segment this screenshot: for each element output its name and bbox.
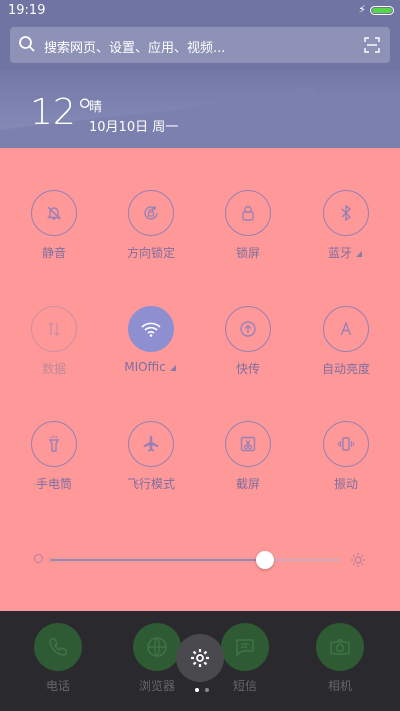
toggle-flashlight[interactable]: 手电筒 [14,421,94,492]
status-indicators: ⚡ [358,4,394,16]
brightness-thumb[interactable] [255,551,274,569]
search-icon [19,36,35,52]
screenshot-icon [225,421,271,467]
airplane-icon [128,421,174,467]
toggle-data[interactable]: 数据 [14,306,94,377]
date: 10月10日 周一 [89,120,179,135]
toggle-rotation-lock[interactable]: 方向锁定 [111,190,191,261]
dock-app-phone[interactable]: 电话 [23,623,93,694]
toggle-label: 自动亮度 [321,362,370,376]
toggle-mute[interactable]: 静音 [14,190,94,261]
toggle-bluetooth[interactable]: 蓝牙 [306,190,386,261]
brightness-high-icon [351,553,365,567]
camera-icon [316,623,364,671]
expand-indicator-icon [356,251,362,257]
toggle-label: 锁屏 [235,246,260,260]
wifi-icon [128,306,174,352]
brightness-fill [50,559,265,561]
toggle-label: 蓝牙 [306,244,386,261]
toggle-label-text: 蓝牙 [327,246,352,260]
search-bar[interactable]: 搜索网页、设置、应用、视频... [10,27,390,63]
toggle-label: 飞行模式 [126,477,175,491]
dock-label: 相机 [327,679,352,693]
share-icon [225,306,271,352]
gear-icon [191,649,209,667]
toggle-lock-screen[interactable]: 锁屏 [208,190,288,261]
expand-indicator-icon [169,365,176,371]
weather-condition: 晴 [89,100,103,115]
data-icon [31,306,77,352]
toggle-screenshot[interactable]: 截屏 [208,421,288,492]
page-indicator [195,688,209,692]
toggle-vibrate[interactable]: 振动 [306,421,386,492]
toggle-label: 方向锁定 [126,246,175,260]
page-dot-active [195,688,199,692]
auto-brightness-icon [323,306,369,352]
toggle-label: 数据 [41,362,66,376]
dock-label: 短信 [232,679,257,693]
bell-off-icon [31,190,77,236]
phone-icon [34,623,82,671]
toggle-label-text: MIOffic [124,360,166,374]
lock-icon [225,190,271,236]
browser-icon [133,623,181,671]
rotation-lock-icon [128,190,174,236]
vibrate-icon [323,421,369,467]
brightness-slider[interactable] [50,551,340,569]
toggle-label: 振动 [333,477,358,491]
dock-label: 浏览器 [138,679,175,693]
bluetooth-icon [323,190,369,236]
toggle-airplane-mode[interactable]: 飞行模式 [111,421,191,492]
toggle-auto-brightness[interactable]: 自动亮度 [306,306,386,377]
scan-icon[interactable] [364,37,380,53]
status-bar: 19:19 ⚡ [0,0,400,22]
status-time: 19:19 [8,3,46,18]
dock-app-camera[interactable]: 相机 [305,623,375,694]
page-dot [205,688,209,692]
temperature: 12° [30,92,94,133]
dock-label: 电话 [45,679,70,693]
quick-settings-panel: 静音 方向锁定 锁屏 蓝牙 数据 MIOffic 快传 自动亮度 手电筒 飞行模… [0,148,400,611]
toggle-label: MIOffic [111,360,191,374]
battery-icon [370,5,394,15]
message-icon [221,623,269,671]
settings-button[interactable] [176,634,224,682]
toggle-label: 截屏 [235,477,260,491]
toggle-label: 手电筒 [35,477,72,491]
toggle-label: 快传 [235,362,260,376]
brightness-low-icon [34,554,43,563]
toggle-wifi[interactable]: MIOffic [111,306,191,374]
search-placeholder: 搜索网页、设置、应用、视频... [44,41,226,56]
brightness-row [0,548,400,572]
toggle-label: 静音 [41,246,66,260]
charging-icon: ⚡ [358,3,366,16]
flashlight-icon [31,421,77,467]
toggle-quick-share[interactable]: 快传 [208,306,288,377]
